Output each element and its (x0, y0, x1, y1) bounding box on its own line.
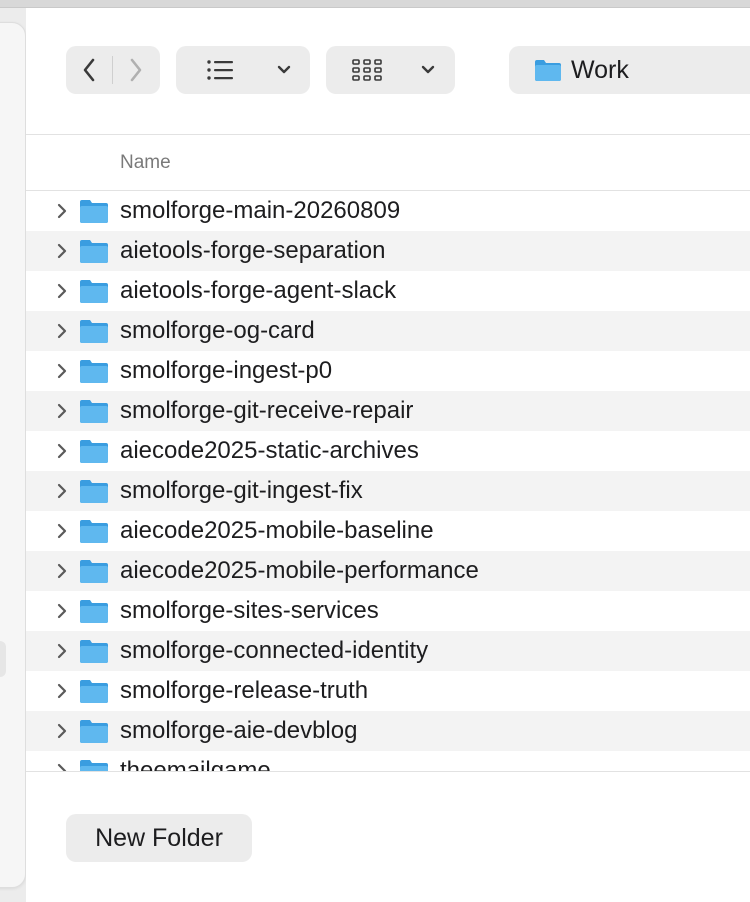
list-item[interactable]: smolforge-sites-services (26, 591, 750, 631)
folder-icon (80, 520, 108, 543)
list-item[interactable]: aiecode2025-mobile-baseline (26, 511, 750, 551)
location-label: Work (571, 55, 629, 84)
folder-icon (80, 680, 108, 703)
folder-icon (80, 720, 108, 743)
disclosure-chevron-right-icon[interactable] (56, 403, 68, 419)
file-name: smolforge-sites-services (120, 597, 379, 624)
back-button[interactable] (66, 46, 112, 94)
file-name: smolforge-git-receive-repair (120, 397, 414, 424)
list-item[interactable]: smolforge-connected-identity (26, 631, 750, 671)
forward-button[interactable] (113, 46, 159, 94)
list-item[interactable]: smolforge-aie-devblog (26, 711, 750, 751)
file-name: smolforge-connected-identity (120, 637, 429, 664)
folder-icon (80, 360, 108, 383)
folder-icon (535, 60, 561, 81)
disclosure-chevron-right-icon[interactable] (56, 563, 68, 579)
disclosure-chevron-right-icon[interactable] (56, 763, 68, 771)
disclosure-chevron-right-icon[interactable] (56, 323, 68, 339)
window-top-edge (0, 0, 750, 8)
column-header-name[interactable]: Name (26, 135, 750, 191)
list-item[interactable]: smolforge-git-receive-repair (26, 391, 750, 431)
list-item[interactable]: theemailgame (26, 751, 750, 771)
disclosure-chevron-right-icon[interactable] (56, 523, 68, 539)
sidebar-item-stub[interactable] (0, 641, 6, 677)
disclosure-chevron-right-icon[interactable] (56, 683, 68, 699)
column-header-label: Name (120, 152, 171, 173)
list-item[interactable]: aietools-forge-agent-slack (26, 271, 750, 311)
group-mode-button[interactable] (326, 46, 455, 94)
file-name: smolforge-aie-devblog (120, 717, 358, 744)
disclosure-chevron-right-icon[interactable] (56, 443, 68, 459)
folder-icon (80, 560, 108, 583)
folder-icon (80, 480, 108, 503)
list-view-icon (176, 59, 264, 81)
list-item[interactable]: smolforge-og-card (26, 311, 750, 351)
list-item[interactable]: smolforge-release-truth (26, 671, 750, 711)
view-mode-button[interactable] (176, 46, 310, 94)
disclosure-chevron-right-icon[interactable] (56, 283, 68, 299)
folder-icon (80, 280, 108, 303)
list-item[interactable]: smolforge-ingest-p0 (26, 351, 750, 391)
disclosure-chevron-right-icon[interactable] (56, 483, 68, 499)
file-name: aietools-forge-separation (120, 237, 386, 264)
folder-icon (80, 760, 108, 771)
folder-icon (80, 400, 108, 423)
grid-group-icon (326, 59, 408, 81)
disclosure-chevron-right-icon[interactable] (56, 603, 68, 619)
file-name: smolforge-og-card (120, 317, 315, 344)
list-item[interactable]: aiecode2025-static-archives (26, 431, 750, 471)
list-item[interactable]: smolforge-main-20260809 (26, 191, 750, 231)
new-folder-button[interactable]: New Folder (66, 814, 252, 862)
file-name: aiecode2025-static-archives (120, 437, 419, 464)
view-menu-chevron-down-icon (264, 65, 304, 75)
list-item[interactable]: smolforge-git-ingest-fix (26, 471, 750, 511)
folder-icon (80, 240, 108, 263)
disclosure-chevron-right-icon[interactable] (56, 643, 68, 659)
file-name: aiecode2025-mobile-performance (120, 557, 479, 584)
disclosure-chevron-right-icon[interactable] (56, 203, 68, 219)
file-list: smolforge-main-20260809 aietools-forge-se… (26, 191, 750, 771)
sidebar-panel (0, 22, 26, 888)
disclosure-chevron-right-icon[interactable] (56, 723, 68, 739)
disclosure-chevron-right-icon[interactable] (56, 243, 68, 259)
folder-icon (80, 640, 108, 663)
chevron-right-icon (130, 58, 142, 82)
folder-icon (80, 440, 108, 463)
toolbar: Work (26, 8, 750, 134)
location-popup[interactable]: Work (509, 46, 750, 94)
file-name: smolforge-git-ingest-fix (120, 477, 363, 504)
navigation-buttons (66, 46, 160, 94)
list-bottom-divider (26, 771, 750, 772)
file-name: theemailgame (120, 757, 271, 771)
folder-icon (80, 320, 108, 343)
folder-icon (80, 200, 108, 223)
disclosure-chevron-right-icon[interactable] (56, 363, 68, 379)
file-name: smolforge-main-20260809 (120, 197, 401, 224)
list-item[interactable]: aietools-forge-separation (26, 231, 750, 271)
folder-icon (80, 600, 108, 623)
file-name: smolforge-release-truth (120, 677, 369, 704)
list-item[interactable]: aiecode2025-mobile-performance (26, 551, 750, 591)
group-menu-chevron-down-icon (408, 65, 448, 75)
finder-dialog: Work Name smolforge-main-20260809 aietool… (26, 8, 750, 902)
file-name: aiecode2025-mobile-baseline (120, 517, 434, 544)
chevron-left-icon (83, 58, 95, 82)
file-name: aietools-forge-agent-slack (120, 277, 397, 304)
file-name: smolforge-ingest-p0 (120, 357, 333, 384)
